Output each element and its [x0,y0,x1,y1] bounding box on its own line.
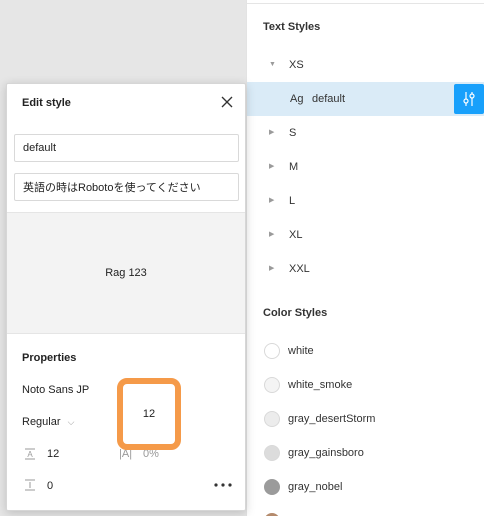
preview-text: Rag 123 [105,267,147,279]
text-style-group-xxl[interactable]: ▶ XXL [247,252,484,286]
text-style-item-label: default [312,93,346,105]
line-height-value[interactable]: 12 [47,448,59,460]
color-swatch [264,343,280,359]
style-preview: Rag 123 [7,212,245,334]
text-style-group-m[interactable]: ▶ M [247,150,484,184]
adjust-icon [463,92,475,106]
close-button[interactable] [219,94,235,110]
caret-right-icon[interactable]: ▶ [269,218,274,252]
caret-right-icon[interactable]: ▶ [269,252,274,286]
text-style-group-s[interactable]: ▶ S [247,116,484,150]
font-size-value[interactable]: 12 [123,384,175,444]
color-style-item[interactable]: gray_nobel [247,470,484,504]
text-style-group-label: XL [289,229,303,241]
styles-panel: Text Styles ▼ XS Ag default ▶ S ▶ M ▶ L … [246,0,484,516]
text-style-group-label: M [289,161,299,173]
color-style-item[interactable]: gray_desertStorm [247,402,484,436]
panel-top-divider [247,0,484,4]
text-style-preview-icon: Ag [290,93,304,105]
edit-style-dialog: Edit style Rag 123 Properties Noto Sans … [6,83,246,511]
color-styles-title: Color Styles [263,307,328,319]
font-family-select[interactable]: Noto Sans JP [22,384,89,396]
edit-style-button[interactable] [454,84,484,114]
text-styles-title: Text Styles [263,21,321,33]
font-size-highlight[interactable]: 12 [117,378,181,450]
color-style-item[interactable]: gray_gainsboro [247,436,484,470]
text-style-group-xl[interactable]: ▶ XL [247,218,484,252]
text-style-group-label: S [289,127,297,139]
paragraph-spacing-icon [25,479,35,491]
line-height-icon: A [25,448,35,460]
color-style-label: white_smoke [288,379,353,391]
text-style-group-xs[interactable]: ▼ XS [247,48,484,82]
style-name-input[interactable] [14,134,239,162]
color-style-item[interactable]: white_smoke [247,368,484,402]
color-style-label: gray_desertStorm [288,413,376,425]
caret-down-icon[interactable]: ▼ [269,48,276,82]
properties-title: Properties [22,352,77,364]
close-icon[interactable] [219,94,235,110]
color-swatch [264,377,280,393]
color-swatch [264,411,280,427]
chevron-down-icon: ⌵ [67,417,75,427]
dialog-title: Edit style [22,97,71,109]
text-style-group-label: L [289,195,296,207]
font-weight-value: Regular [22,416,61,428]
color-style-label: white [288,345,314,357]
caret-right-icon[interactable]: ▶ [269,150,274,184]
text-style-item-default[interactable]: Ag default [247,82,484,116]
color-swatch [264,479,280,495]
text-style-group-label: XS [289,59,304,71]
dialog-header: Edit style [7,84,245,122]
caret-right-icon[interactable]: ▶ [269,184,274,218]
color-swatch [264,445,280,461]
color-style-label: gray_gainsboro [288,447,364,459]
color-style-label: gray_nobel [288,481,343,493]
paragraph-spacing-value[interactable]: 0 [47,480,53,492]
text-style-group-label: XXL [289,263,310,275]
font-weight-select[interactable]: Regular ⌵ [22,416,74,428]
color-style-item[interactable]: white [247,334,484,368]
more-options-button[interactable] [213,478,233,490]
caret-right-icon[interactable]: ▶ [269,116,274,150]
more-icon[interactable] [213,479,233,491]
color-style-item[interactable] [247,504,484,516]
text-style-group-l[interactable]: ▶ L [247,184,484,218]
svg-text:A: A [27,450,33,459]
style-description-input[interactable] [14,173,239,201]
